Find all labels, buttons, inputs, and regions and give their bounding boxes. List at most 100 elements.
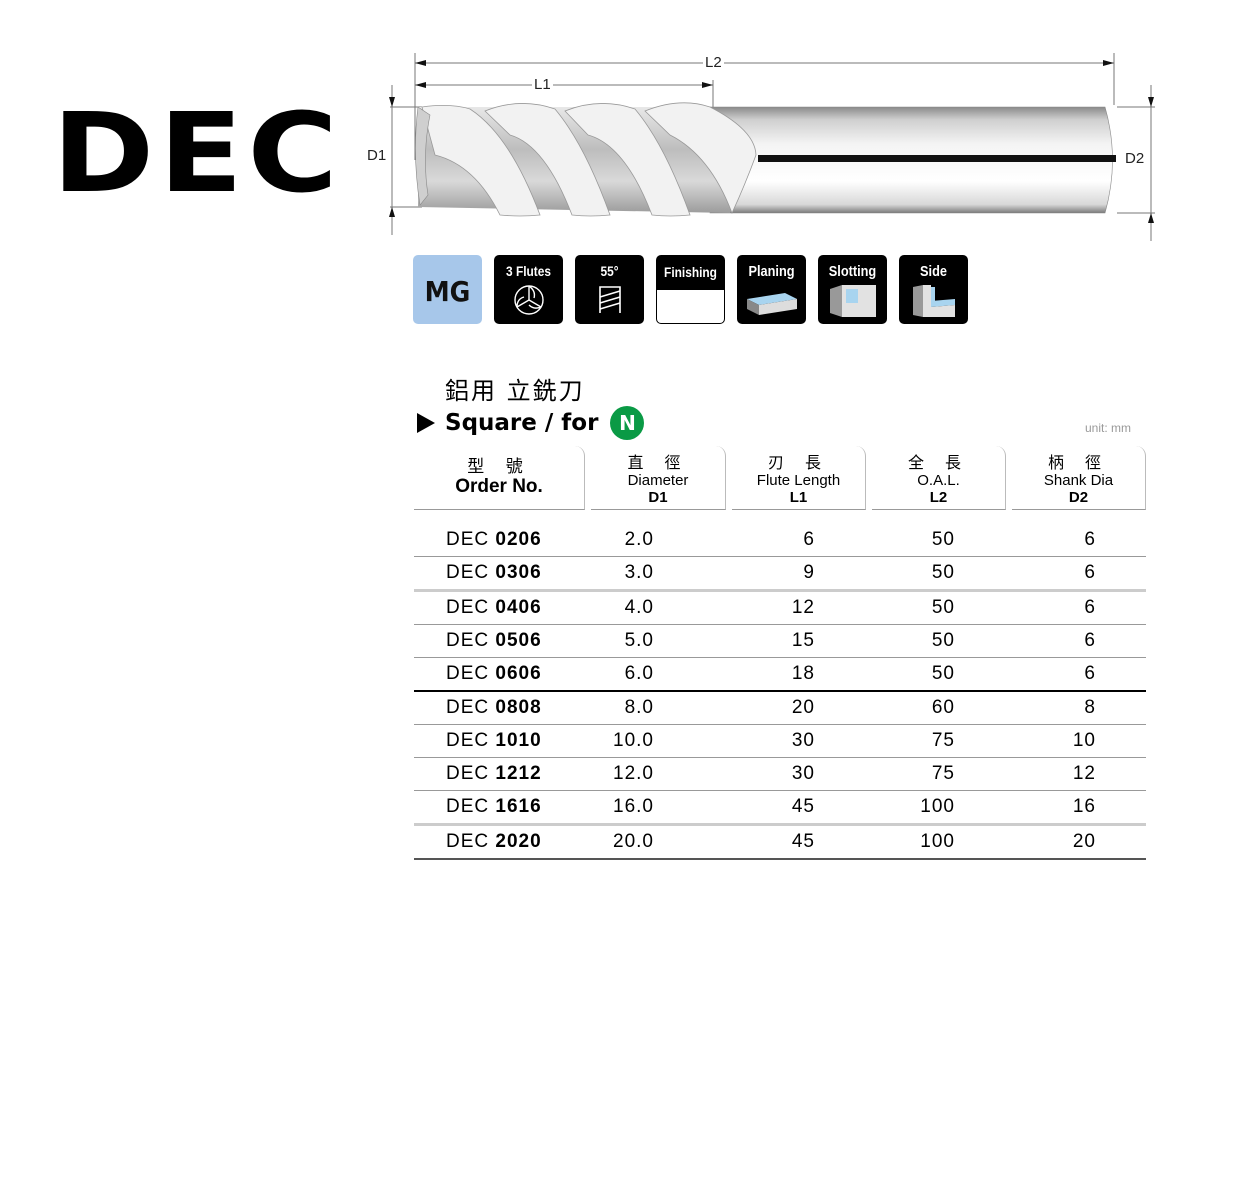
header-cn: 柄 徑 <box>1047 453 1110 472</box>
table-row: DEC 0406 4.0 12 50 6 <box>414 592 1146 625</box>
cell-l2: 100 <box>866 791 1006 826</box>
badge-label: 3 Flutes <box>506 263 551 279</box>
cell-l1: 20 <box>726 692 866 725</box>
cell-d1: 2.0 <box>585 524 726 557</box>
cell-l1: 18 <box>726 658 866 692</box>
section-heading-text: Square / for <box>445 410 599 436</box>
section-heading: Square / for N <box>417 406 645 440</box>
header-oal: 全 長 O.A.L. L2 <box>866 446 1006 512</box>
header-cn: 型 號 <box>467 457 531 477</box>
header-shank-dia: 柄 徑 Shank Dia D2 <box>1006 446 1146 512</box>
header-order-no: 型 號 Order No. <box>414 446 585 512</box>
order-prefix: DEC <box>446 730 490 751</box>
table-row: DEC 1010 10.0 30 75 10 <box>414 725 1146 758</box>
cell-l2: 50 <box>866 625 1006 658</box>
table-row: DEC 2020 20.0 45 100 20 <box>414 826 1146 860</box>
flute-cross-section-icon <box>514 285 544 315</box>
spec-table: 型 號 Order No. 直 徑 Diameter D1 刃 長 Flute … <box>414 446 1146 860</box>
cell-l1: 30 <box>726 758 866 791</box>
cell-d2: 6 <box>1006 524 1146 557</box>
cell-order-no: DEC 0808 <box>414 692 585 725</box>
order-number: 0406 <box>495 597 542 618</box>
table-row: DEC 0506 5.0 15 50 6 <box>414 625 1146 658</box>
table-row: DEC 1616 16.0 45 100 16 <box>414 791 1146 826</box>
side-block-icon <box>913 285 955 317</box>
cell-order-no: DEC 0406 <box>414 592 585 625</box>
cell-d1: 8.0 <box>585 692 726 725</box>
cell-l1: 15 <box>726 625 866 658</box>
badge-label: Side <box>920 263 947 280</box>
cell-d2: 12 <box>1006 758 1146 791</box>
helix-lines-icon <box>599 286 621 313</box>
order-number: 2020 <box>495 831 542 852</box>
planing-block-icon <box>747 293 797 315</box>
feature-badges: MG 3 Flutes 55° Finishing Planing Slotti… <box>413 255 968 324</box>
cell-l1: 45 <box>726 826 866 860</box>
order-number: 1616 <box>495 796 542 817</box>
header-en: Shank Dia <box>1043 472 1114 489</box>
order-number: 1010 <box>495 730 542 751</box>
cell-d1: 16.0 <box>585 791 726 826</box>
header-code: L2 <box>929 489 948 506</box>
dimension-label-d1: D1 <box>365 147 389 164</box>
table-row: DEC 0206 2.0 6 50 6 <box>414 524 1146 557</box>
cell-l2: 100 <box>866 826 1006 860</box>
cell-l2: 50 <box>866 557 1006 592</box>
cell-d1: 10.0 <box>585 725 726 758</box>
badge-label: Planing <box>748 263 795 280</box>
order-prefix: DEC <box>446 697 490 718</box>
header-en: Flute Length <box>756 472 841 489</box>
header-code: D1 <box>648 489 668 506</box>
material-n-badge: N <box>610 406 645 440</box>
badge-label: 55° <box>600 263 619 279</box>
cell-order-no: DEC 2020 <box>414 826 585 860</box>
header-cn: 全 長 <box>907 453 970 472</box>
three-flutes-icon: 3 Flutes <box>494 255 563 324</box>
cell-d2: 16 <box>1006 791 1146 826</box>
order-number: 0506 <box>495 630 542 651</box>
cell-order-no: DEC 1212 <box>414 758 585 791</box>
dimension-label-l2: L2 <box>703 54 724 71</box>
table-header-row: 型 號 Order No. 直 徑 Diameter D1 刃 長 Flute … <box>414 446 1146 512</box>
order-prefix: DEC <box>446 796 490 817</box>
product-code-title: DEC <box>52 89 343 217</box>
badge-label: Finishing <box>664 264 717 280</box>
cell-order-no: DEC 0606 <box>414 658 585 692</box>
slotting-block-icon <box>830 285 876 317</box>
cell-d2: 6 <box>1006 557 1146 592</box>
cell-order-no: DEC 0506 <box>414 625 585 658</box>
end-mill-diagram: L2 L1 D1 D2 <box>360 45 1160 245</box>
header-diameter: 直 徑 Diameter D1 <box>585 446 726 512</box>
order-number: 0206 <box>495 529 542 550</box>
cell-order-no: DEC 0306 <box>414 557 585 592</box>
helix-angle-icon: 55° <box>575 255 644 324</box>
table-row: DEC 0808 8.0 20 60 8 <box>414 692 1146 725</box>
header-en: Order No. <box>455 476 543 497</box>
cell-l2: 75 <box>866 758 1006 791</box>
header-en: O.A.L. <box>917 472 960 489</box>
product-title-chinese: 鋁用 立銑刀 <box>445 377 585 405</box>
order-prefix: DEC <box>446 562 490 583</box>
order-prefix: DEC <box>446 663 490 684</box>
slotting-icon: Slotting <box>818 255 887 324</box>
cell-l1: 9 <box>726 557 866 592</box>
order-number: 1212 <box>495 763 542 784</box>
cell-d2: 10 <box>1006 725 1146 758</box>
planing-icon: Planing <box>737 255 806 324</box>
table-row: DEC 0606 6.0 18 50 6 <box>414 658 1146 692</box>
order-prefix: DEC <box>446 630 490 651</box>
header-cn: 刃 長 <box>767 453 830 472</box>
cell-l2: 50 <box>866 524 1006 557</box>
cell-d1: 4.0 <box>585 592 726 625</box>
header-flute-length: 刃 長 Flute Length L1 <box>726 446 866 512</box>
finishing-icon: Finishing <box>656 255 725 324</box>
cell-l2: 50 <box>866 658 1006 692</box>
cell-d2: 6 <box>1006 625 1146 658</box>
header-en: Diameter <box>627 472 689 489</box>
order-number: 0606 <box>495 663 542 684</box>
header-code: D2 <box>1068 489 1089 506</box>
table-row: DEC 0306 3.0 9 50 6 <box>414 557 1146 592</box>
triangle-bullet-icon <box>417 413 435 433</box>
cell-l1: 6 <box>726 524 866 557</box>
table-row: DEC 1212 12.0 30 75 12 <box>414 758 1146 791</box>
